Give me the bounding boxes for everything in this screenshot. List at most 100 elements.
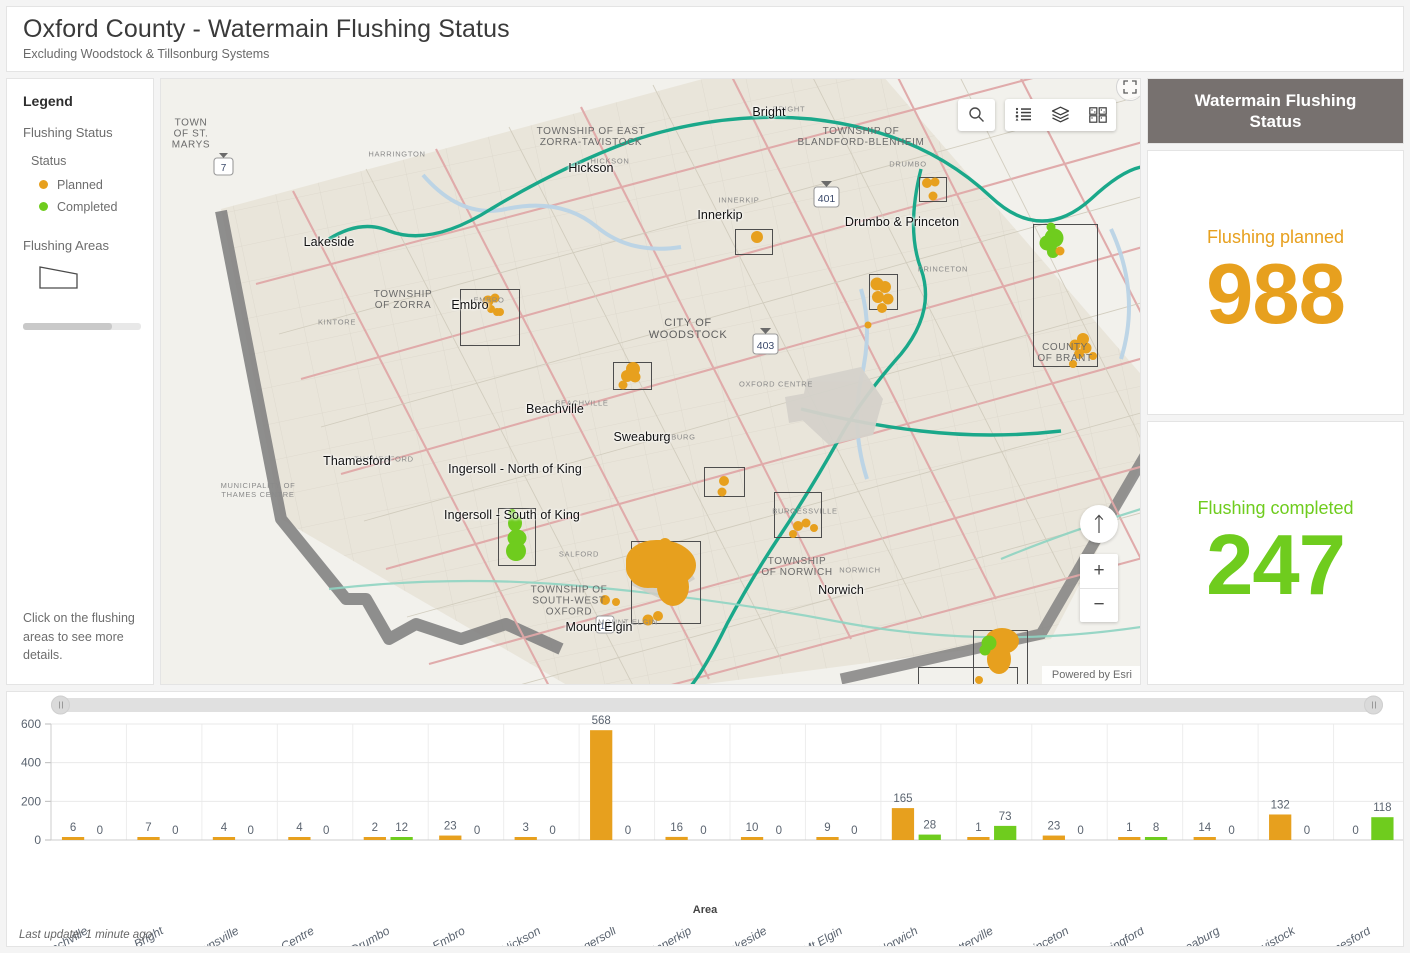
legend-item-planned: Planned: [39, 178, 143, 192]
chart-bar[interactable]: [363, 836, 386, 840]
chart-bar[interactable]: [1042, 835, 1065, 840]
map-tools-group[interactable]: [1005, 98, 1116, 131]
chart-bar[interactable]: [994, 825, 1017, 840]
chart-bar[interactable]: [1144, 836, 1168, 840]
flushing-point-planned[interactable]: [642, 614, 654, 626]
flushing-point-planned[interactable]: [928, 191, 938, 201]
flushing-point-planned[interactable]: [496, 307, 504, 316]
area-bar-chart[interactable]: 02004006006 0 7 0 4 0 4 0 2 12 23 0 3 05680 16 0 10 0 9 016…: [7, 712, 1404, 922]
chart-bar[interactable]: [665, 836, 688, 840]
search-icon[interactable]: [958, 99, 995, 131]
flushing-point-completed[interactable]: [979, 644, 991, 656]
legend-item-label: Planned: [57, 177, 103, 192]
chart-bar[interactable]: [1193, 836, 1216, 840]
flushing-point-planned[interactable]: [789, 529, 797, 538]
flushing-point-planned[interactable]: [612, 597, 620, 606]
zoom-in-button[interactable]: +: [1080, 554, 1118, 588]
flushing-point-planned[interactable]: [864, 321, 872, 329]
legend-scrollbar-thumb[interactable]: [23, 322, 112, 330]
chart-bar[interactable]: [891, 807, 915, 840]
chart-bar[interactable]: [514, 836, 537, 840]
chart-bar-value: 7: [145, 822, 151, 834]
map-panel[interactable]: 7 401 403 19 TOWN OF ST. MARYS HARRINGTON…: [160, 77, 1141, 685]
chart-category-label: Lakeside: [721, 927, 770, 947]
stat-label: Flushing completed: [1197, 497, 1354, 518]
chart-y-tick: 400: [21, 755, 41, 769]
chart-bar[interactable]: [137, 836, 160, 840]
stats-column: Watermain Flushing Status Flushing plann…: [1147, 77, 1404, 685]
legend-scrollbar[interactable]: [23, 322, 141, 330]
expand-map-icon[interactable]: [1116, 78, 1140, 101]
legend-layer-name: Flushing Status: [23, 124, 113, 140]
chart-bar[interactable]: [288, 836, 311, 840]
chart-bar-value: 73: [999, 811, 1012, 823]
chart-bar[interactable]: [439, 835, 462, 840]
compass-north-icon[interactable]: [1080, 504, 1118, 543]
flushing-point-planned[interactable]: [930, 177, 940, 187]
flushing-point-planned[interactable]: [653, 610, 663, 621]
chart-bar[interactable]: [390, 836, 413, 840]
legend-field-name: Status: [31, 153, 67, 168]
chart-bar-value: 132: [1271, 799, 1290, 811]
map-zoom-stack[interactable]: + −: [1080, 553, 1118, 622]
chart-bar-value: 4: [221, 822, 228, 834]
flushing-point-planned[interactable]: [975, 675, 983, 684]
chart-category-label: Drumbo: [348, 927, 392, 947]
flushing-point-planned[interactable]: [1074, 348, 1084, 359]
flushing-point-planned[interactable]: [719, 475, 729, 486]
chart-bar[interactable]: [918, 834, 941, 840]
flushing-point-planned[interactable]: [490, 293, 500, 303]
map-widget-toolbar[interactable]: [958, 98, 1116, 131]
chart-bar-value: 0: [97, 825, 103, 837]
flushing-point-planned[interactable]: [717, 487, 727, 497]
polygon-swatch-icon: [37, 261, 143, 296]
flushing-point-planned[interactable]: [1089, 351, 1097, 360]
chart-category-label: Dereham Centre: [233, 927, 317, 947]
basemap-gallery-icon[interactable]: [1079, 99, 1116, 131]
chart-bar[interactable]: [1269, 814, 1292, 840]
chart-category-label: Otterville: [948, 927, 996, 947]
chart-y-tick: 0: [34, 833, 41, 847]
chart-bar[interactable]: [740, 836, 764, 840]
chart-x-axis-title: Area: [692, 904, 718, 916]
map-search-group[interactable]: [958, 98, 995, 131]
chart-bar-value: 6: [70, 822, 76, 834]
chart-category-label: Springford: [1091, 927, 1146, 947]
stat-value: 247: [1206, 517, 1346, 613]
chart-horizontal-scrollbar[interactable]: [51, 695, 1383, 715]
chart-bar-value: 0: [1304, 825, 1310, 837]
map-canvas[interactable]: 7 401 403 19: [161, 78, 1140, 684]
flushing-point-planned[interactable]: [877, 302, 887, 313]
chart-bar-value: 0: [1228, 825, 1234, 837]
completed-swatch-icon: [39, 202, 48, 212]
chart-bar-value: 0: [323, 825, 329, 837]
chart-bar-value: 4: [296, 822, 303, 834]
flushing-point-planned[interactable]: [751, 230, 763, 243]
chart-bar[interactable]: [1118, 836, 1141, 840]
chart-bar[interactable]: [1371, 816, 1394, 840]
chart-bar[interactable]: [212, 836, 236, 840]
flushing-point-planned[interactable]: [600, 594, 610, 605]
chart-bar-value: 568: [592, 715, 611, 727]
stat-label: Flushing planned: [1206, 227, 1345, 248]
chart-bar[interactable]: [590, 729, 613, 840]
flushing-point-planned[interactable]: [1055, 246, 1065, 256]
planned-swatch-icon: [39, 180, 48, 190]
flushing-point-completed[interactable]: [506, 540, 526, 561]
chart-bar[interactable]: [967, 836, 990, 840]
chart-category-label: Norwich: [876, 927, 921, 947]
flushing-point-planned[interactable]: [657, 567, 689, 606]
zoom-out-button[interactable]: −: [1080, 587, 1118, 622]
map-navigation-controls[interactable]: + −: [1080, 504, 1118, 622]
page-subtitle: Excluding Woodstock & Tillsonburg System…: [23, 46, 270, 61]
chart-bar[interactable]: [816, 836, 839, 840]
flushing-point-planned[interactable]: [618, 380, 628, 390]
flushing-point-planned[interactable]: [1069, 359, 1077, 368]
flushing-point-planned[interactable]: [810, 523, 818, 532]
legend-icon[interactable]: [1005, 99, 1042, 131]
flushing-point-planned[interactable]: [629, 371, 641, 383]
chart-bar[interactable]: [61, 836, 85, 840]
layers-icon[interactable]: [1042, 99, 1079, 131]
chart-bar-value: 3: [523, 822, 529, 834]
chart-bar-value: 0: [172, 825, 178, 837]
